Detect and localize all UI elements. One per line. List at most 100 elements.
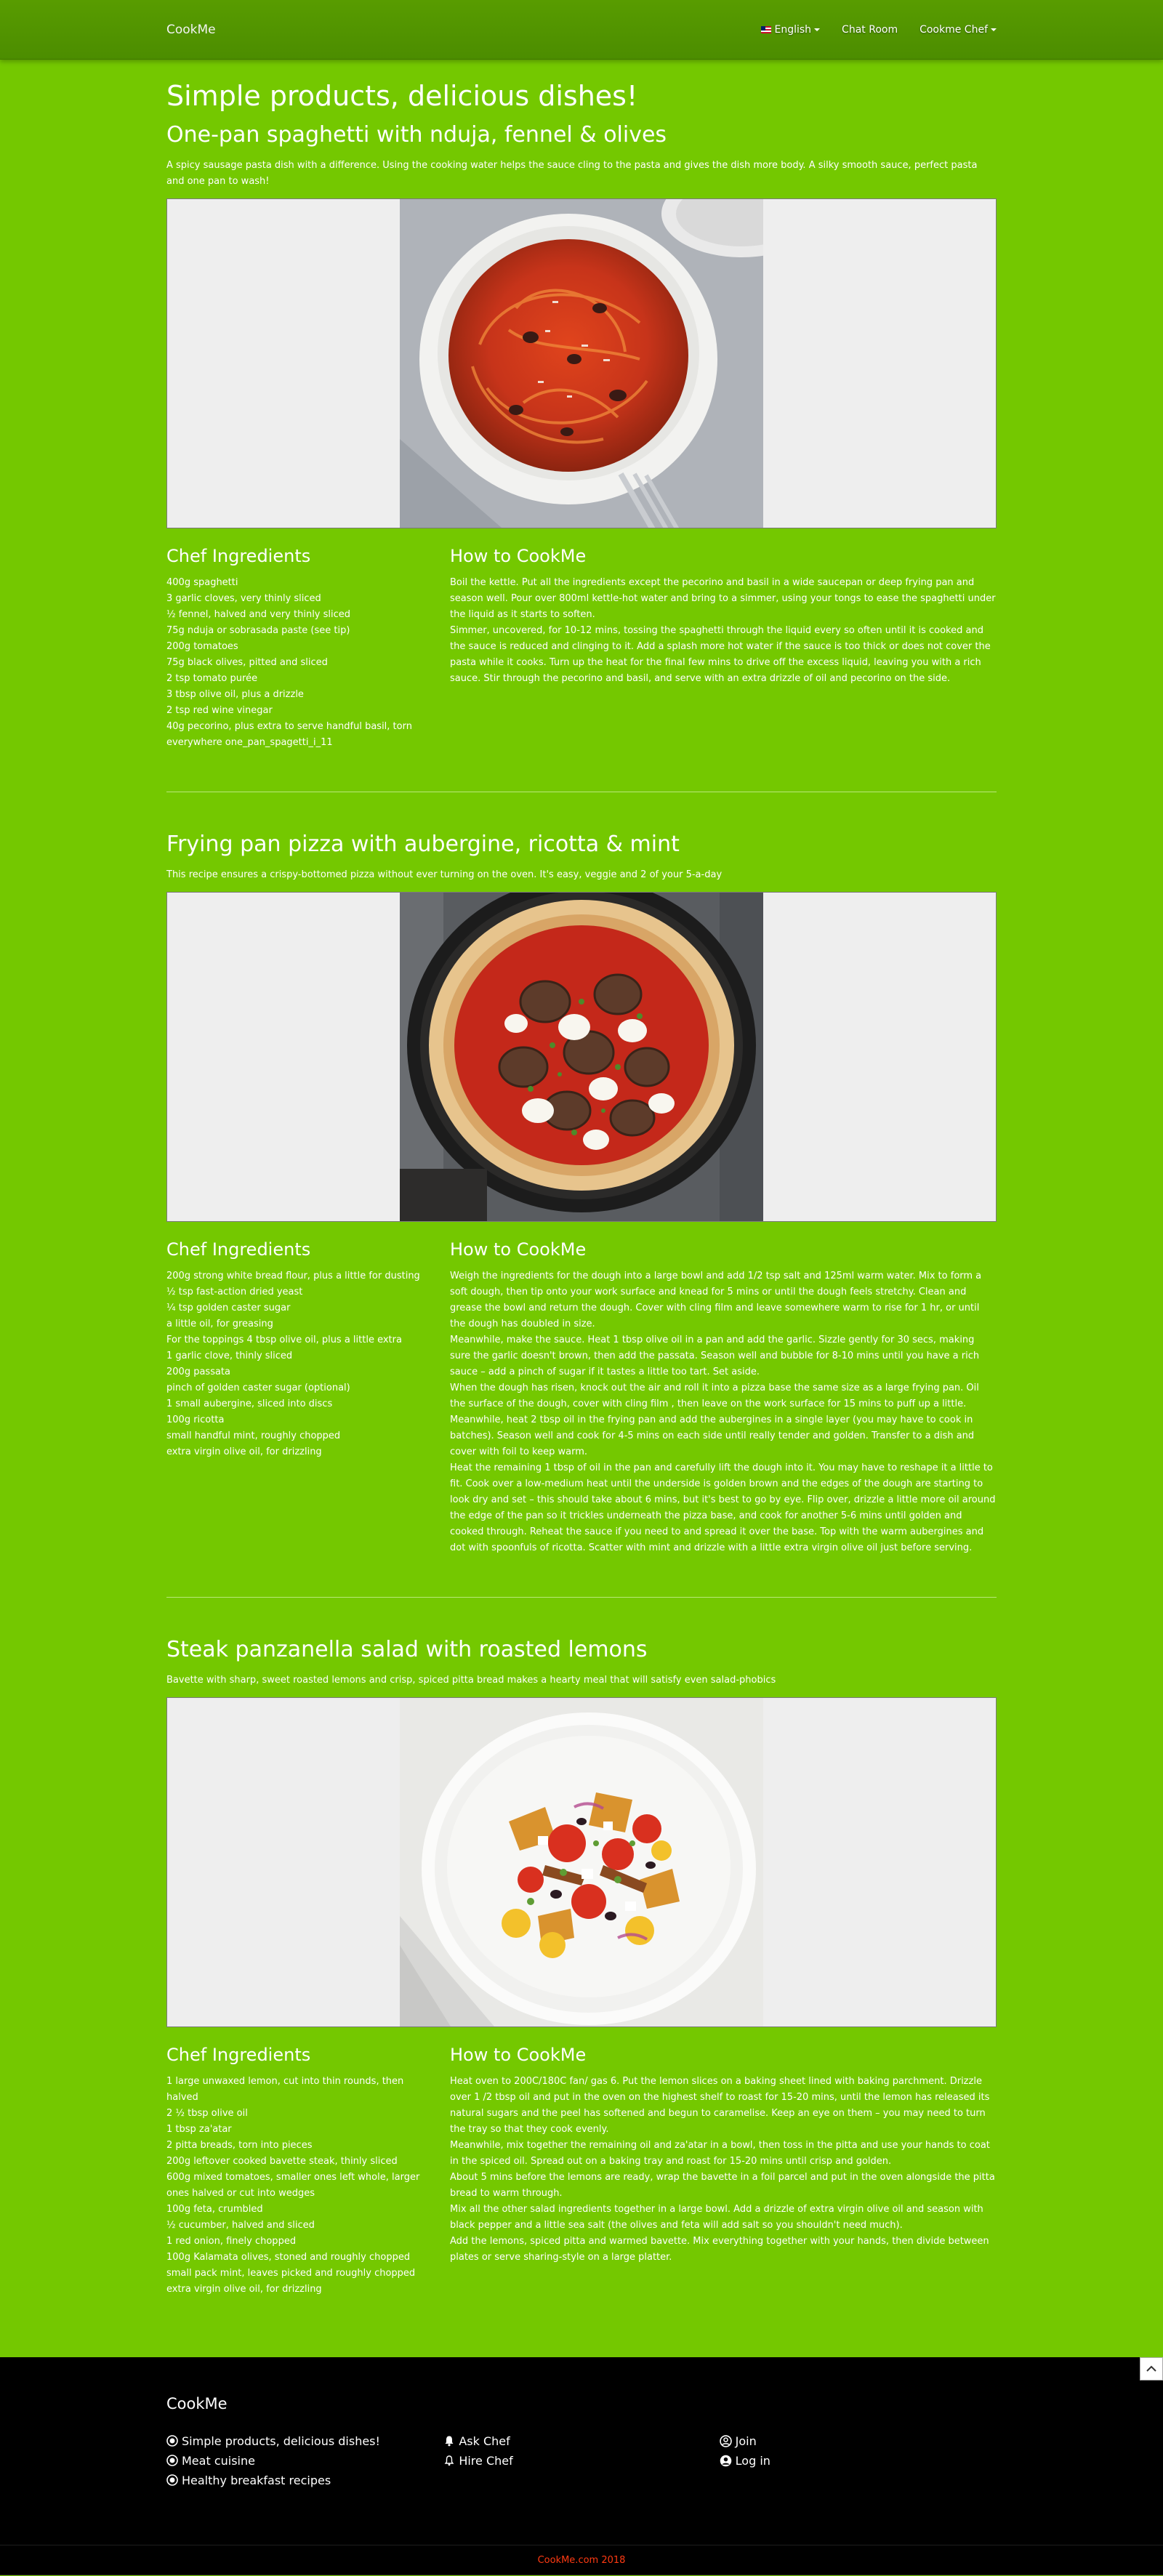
ingredients-heading: Chef Ingredients: [166, 545, 311, 566]
instruction-step: When the dough has risen, knock out the …: [450, 1382, 979, 1457]
footer-container: CookMe Simple products, delicious dishes…: [166, 2357, 997, 2545]
recipe-description: This recipe ensures a crispy-bottomed pi…: [166, 869, 723, 880]
ingredient-item: a little oil, for greasing: [166, 1318, 273, 1329]
ask-chef-label: Ask Chef: [459, 2434, 510, 2448]
recipe-card: Frying pan pizza with aubergine, ricotta…: [166, 832, 997, 1598]
instruction-step: About 5 mins before the lemons are ready…: [450, 2171, 995, 2199]
instruction-step: Heat oven to 200C/180C fan/ gas 6. Put t…: [450, 2075, 990, 2135]
ingredients-column: Chef Ingredients 200g strong white bread…: [166, 1239, 450, 1556]
recipe-columns: Chef Ingredients 200g strong white bread…: [166, 1239, 997, 1556]
ingredient-item: ½ cucumber, halved and sliced: [166, 2219, 315, 2231]
ingredient-item: small handful mint, roughly chopped: [166, 1430, 341, 1441]
hire-chef-label: Hire Chef: [459, 2453, 513, 2468]
ingredients-column: Chef Ingredients 1 large unwaxed lemon, …: [166, 2045, 450, 2298]
instruction-step: Heat the remaining 1 tbsp of oil in the …: [450, 1462, 996, 1553]
ingredient-item: 600g mixed tomatoes, smaller ones left w…: [166, 2171, 420, 2199]
ingredients-heading: Chef Ingredients: [166, 2044, 311, 2065]
salad-photo[interactable]: [400, 1697, 763, 2026]
instruction-step: Simmer, uncovered, for 10-12 mins, tossi…: [450, 624, 991, 684]
pizza-photo[interactable]: [400, 892, 763, 1221]
ingredient-item: 1 red onion, finely chopped: [166, 2235, 297, 2247]
recipe-photo-frame: [166, 891, 997, 1222]
ingredient-item: 200g tomatoes: [166, 640, 238, 652]
ingredient-item: 100g ricotta: [166, 1414, 225, 1425]
ingredient-item: 1 tbsp za'atar: [166, 2123, 232, 2135]
join-link[interactable]: Join: [719, 2431, 997, 2451]
ingredients-column: Chef Ingredients 400g spaghetti 3 garlic…: [166, 546, 450, 751]
ingredients-list: 1 large unwaxed lemon, cut into thin rou…: [166, 2074, 450, 2298]
recipe-photo-frame: [166, 198, 997, 528]
ingredient-item: 2 tsp tomato purée: [166, 672, 258, 684]
site-footer: CookMe Simple products, delicious dishes…: [0, 2356, 1163, 2575]
chef-dropdown[interactable]: Cookme Chef: [919, 24, 997, 36]
ingredient-item: 75g nduja or sobrasada paste (see tip): [166, 624, 350, 636]
ingredient-item: 75g black olives, pitted and sliced: [166, 656, 328, 668]
ingredient-item: For the toppings 4 tbsp olive oil, plus …: [166, 1334, 402, 1345]
instruction-step: Add the lemons, spiced pitta and warmed …: [450, 2235, 989, 2263]
footer-chef-column: Ask Chef Hire Chef: [443, 2431, 719, 2490]
top-navbar: CookMe English Chat Room Cookme Chef: [0, 0, 1163, 60]
recipe-title[interactable]: One-pan spaghetti with nduja, fennel & o…: [166, 122, 997, 148]
how-to-heading: How to CookMe: [450, 2044, 587, 2065]
ingredient-item: 40g pecorino, plus extra to serve handfu…: [166, 720, 412, 748]
footer-columns: Simple products, delicious dishes! Meat …: [166, 2431, 997, 2490]
footer-category-label: Healthy breakfast recipes: [182, 2473, 331, 2487]
copyright-text[interactable]: CookMe.com 2018: [538, 2555, 626, 2566]
ingredient-item: 3 tbsp olive oil, plus a drizzle: [166, 688, 304, 700]
recipe-divider: [166, 1596, 997, 1598]
dot-circle-icon: [166, 2455, 178, 2466]
back-to-top-button[interactable]: [1140, 2356, 1163, 2380]
copyright-bar: CookMe.com 2018: [0, 2544, 1163, 2575]
ingredient-item: 3 garlic cloves, very thinly sliced: [166, 592, 321, 604]
recipe-title[interactable]: Steak panzanella salad with roasted lemo…: [166, 1637, 997, 1662]
hire-chef-link[interactable]: Hire Chef: [443, 2451, 719, 2471]
instruction-step: Mix all the other salad ingredients toge…: [450, 2203, 983, 2231]
footer-account-column: Join Log in: [719, 2431, 997, 2490]
bell-outline-icon: [444, 2455, 454, 2466]
recipe-description: Bavette with sharp, sweet roasted lemons…: [166, 1674, 776, 1686]
footer-category-link[interactable]: Meat cuisine: [166, 2451, 443, 2471]
ingredient-item: 2 ½ tbsp olive oil: [166, 2107, 248, 2119]
main-content: Simple products, delicious dishes! One-p…: [166, 60, 997, 2298]
log-in-link[interactable]: Log in: [720, 2451, 997, 2471]
ingredient-item: ½ tsp fast-action dried yeast: [166, 1286, 303, 1297]
instructions-column: How to CookMe Heat oven to 200C/180C fan…: [450, 2045, 997, 2298]
how-to-heading: How to CookMe: [450, 1239, 587, 1260]
navbar-container: CookMe English Chat Room Cookme Chef: [166, 0, 997, 60]
page-title: Simple products, delicious dishes!: [166, 80, 638, 112]
chevron-up-icon: [1146, 2365, 1156, 2372]
recipe-card: Steak panzanella salad with roasted lemo…: [166, 1637, 997, 2298]
ingredient-item: 200g leftover cooked bavette steak, thin…: [166, 2155, 398, 2167]
log-in-label: Log in: [735, 2453, 770, 2468]
ingredient-item: extra virgin olive oil, for drizzling: [166, 2283, 322, 2295]
footer-category-link[interactable]: Healthy breakfast recipes: [166, 2471, 443, 2490]
ingredient-item: extra virgin olive oil, for drizzling: [166, 1446, 322, 1457]
dot-circle-icon: [166, 2435, 178, 2447]
ingredient-item: 400g spaghetti: [166, 576, 238, 588]
ingredients-list: 200g strong white bread flour, plus a li…: [166, 1268, 450, 1460]
user-circle-icon: [720, 2455, 731, 2466]
ingredient-item: 1 large unwaxed lemon, cut into thin rou…: [166, 2075, 404, 2103]
ingredient-item: 100g feta, crumbled: [166, 2203, 263, 2215]
chat-room-link[interactable]: Chat Room: [842, 24, 898, 36]
ingredient-item: ½ fennel, halved and very thinly sliced: [166, 608, 351, 620]
ingredient-item: 1 garlic clove, thinly sliced: [166, 1350, 293, 1361]
ingredient-item: 100g Kalamata olives, stoned and roughly…: [166, 2251, 411, 2263]
ingredients-heading: Chef Ingredients: [166, 1239, 311, 1260]
instruction-step: Boil the kettle. Put all the ingredients…: [450, 576, 996, 620]
footer-brand[interactable]: CookMe: [166, 2395, 997, 2412]
recipe-title[interactable]: Frying pan pizza with aubergine, ricotta…: [166, 832, 997, 857]
language-label: English: [774, 24, 812, 36]
ask-chef-link[interactable]: Ask Chef: [443, 2431, 719, 2451]
instruction-step: Weigh the ingredients for the dough into…: [450, 1270, 982, 1329]
spaghetti-photo[interactable]: [400, 198, 763, 528]
caret-down-icon: [991, 28, 997, 31]
language-dropdown[interactable]: English: [761, 24, 821, 36]
ingredient-item: 2 tsp red wine vinegar: [166, 704, 273, 716]
footer-category-link[interactable]: Simple products, delicious dishes!: [166, 2431, 443, 2451]
chef-dropdown-label: Cookme Chef: [919, 24, 988, 36]
brand-link[interactable]: CookMe: [166, 23, 216, 37]
dot-circle-icon: [166, 2474, 178, 2486]
ingredient-item: ¼ tsp golden caster sugar: [166, 1302, 291, 1313]
recipe-description: A spicy sausage pasta dish with a differ…: [166, 159, 978, 187]
